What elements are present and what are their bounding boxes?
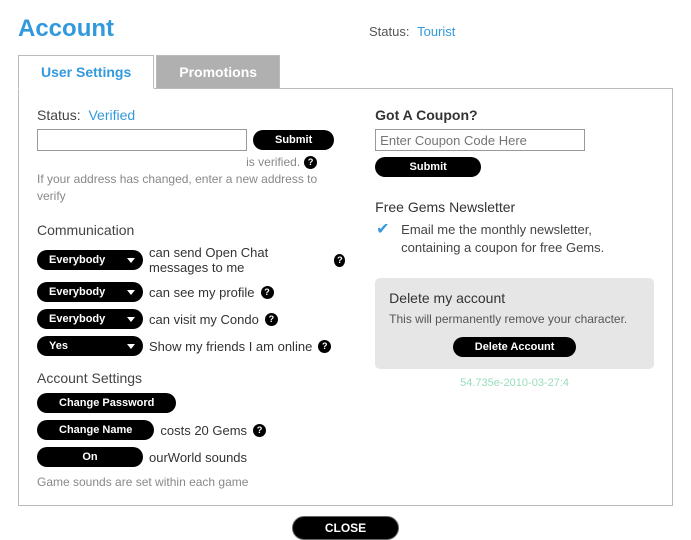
checkmark-icon[interactable]: [375, 221, 393, 239]
sounds-hint: Game sounds are set within each game: [37, 474, 345, 491]
comm-text-condo: can visit my Condo: [149, 312, 259, 327]
verify-status-value: Verified: [88, 107, 135, 123]
change-name-cost: costs 20 Gems: [160, 423, 247, 438]
delete-account-button[interactable]: Delete Account: [453, 337, 577, 357]
comm-select-condo-value: Everybody: [49, 313, 105, 325]
verify-status-label: Status:: [37, 107, 81, 123]
change-name-button[interactable]: Change Name: [37, 420, 154, 440]
help-icon[interactable]: ?: [253, 424, 266, 437]
chevron-down-icon: [127, 290, 135, 295]
comm-row-condo: Everybody can visit my Condo ?: [37, 309, 345, 329]
comm-select-online-value: Yes: [49, 340, 68, 352]
comm-select-chat[interactable]: Everybody: [37, 250, 143, 270]
comm-row-profile: Everybody can see my profile ?: [37, 282, 345, 302]
help-icon[interactable]: ?: [318, 340, 331, 353]
delete-text: This will permanently remove your charac…: [389, 311, 640, 327]
header-status: Status: Tourist: [369, 24, 455, 39]
version-text: 54.735e-2010-03-27:4: [375, 377, 654, 389]
sounds-toggle-button[interactable]: On: [37, 447, 143, 467]
comm-select-chat-value: Everybody: [49, 254, 105, 266]
newsletter-text: Email me the monthly newsletter, contain…: [401, 221, 654, 256]
verify-submit-button[interactable]: Submit: [253, 130, 334, 150]
account-settings-heading: Account Settings: [37, 370, 345, 386]
verify-status: Status: Verified: [37, 107, 345, 123]
comm-select-online[interactable]: Yes: [37, 336, 143, 356]
status-label: Status:: [369, 24, 409, 39]
comm-select-condo[interactable]: Everybody: [37, 309, 143, 329]
verified-hint: is verified.: [246, 154, 300, 171]
help-icon[interactable]: ?: [334, 254, 345, 267]
comm-select-profile[interactable]: Everybody: [37, 282, 143, 302]
comm-text-online: Show my friends I am online: [149, 339, 312, 354]
help-icon[interactable]: ?: [265, 313, 278, 326]
coupon-input[interactable]: [375, 129, 585, 151]
change-password-button[interactable]: Change Password: [37, 393, 176, 413]
comm-text-profile: can see my profile: [149, 285, 255, 300]
comm-row-chat: Everybody can send Open Chat messages to…: [37, 245, 345, 275]
newsletter-heading: Free Gems Newsletter: [375, 199, 654, 215]
tab-promotions[interactable]: Promotions: [156, 55, 280, 88]
chevron-down-icon: [127, 258, 135, 263]
delete-heading: Delete my account: [389, 290, 640, 306]
coupon-heading: Got A Coupon?: [375, 107, 654, 123]
email-input[interactable]: [37, 129, 247, 151]
panel-user-settings: Status: Verified Submit is verified. ? I…: [18, 88, 673, 506]
tab-user-settings[interactable]: User Settings: [18, 55, 154, 89]
close-button[interactable]: CLOSE: [292, 516, 399, 540]
page-title: Account: [18, 15, 114, 43]
address-changed-hint: If your address has changed, enter a new…: [37, 171, 345, 205]
help-icon[interactable]: ?: [304, 156, 317, 169]
chevron-down-icon: [127, 317, 135, 322]
comm-text-chat: can send Open Chat messages to me: [149, 245, 328, 275]
help-icon[interactable]: ?: [261, 286, 274, 299]
communication-heading: Communication: [37, 222, 345, 238]
status-value: Tourist: [417, 24, 455, 39]
coupon-submit-button[interactable]: Submit: [375, 157, 481, 177]
sounds-text: ourWorld sounds: [149, 450, 247, 465]
comm-select-profile-value: Everybody: [49, 286, 105, 298]
delete-account-box: Delete my account This will permanently …: [375, 278, 654, 369]
comm-row-online: Yes Show my friends I am online ?: [37, 336, 345, 356]
chevron-down-icon: [127, 344, 135, 349]
